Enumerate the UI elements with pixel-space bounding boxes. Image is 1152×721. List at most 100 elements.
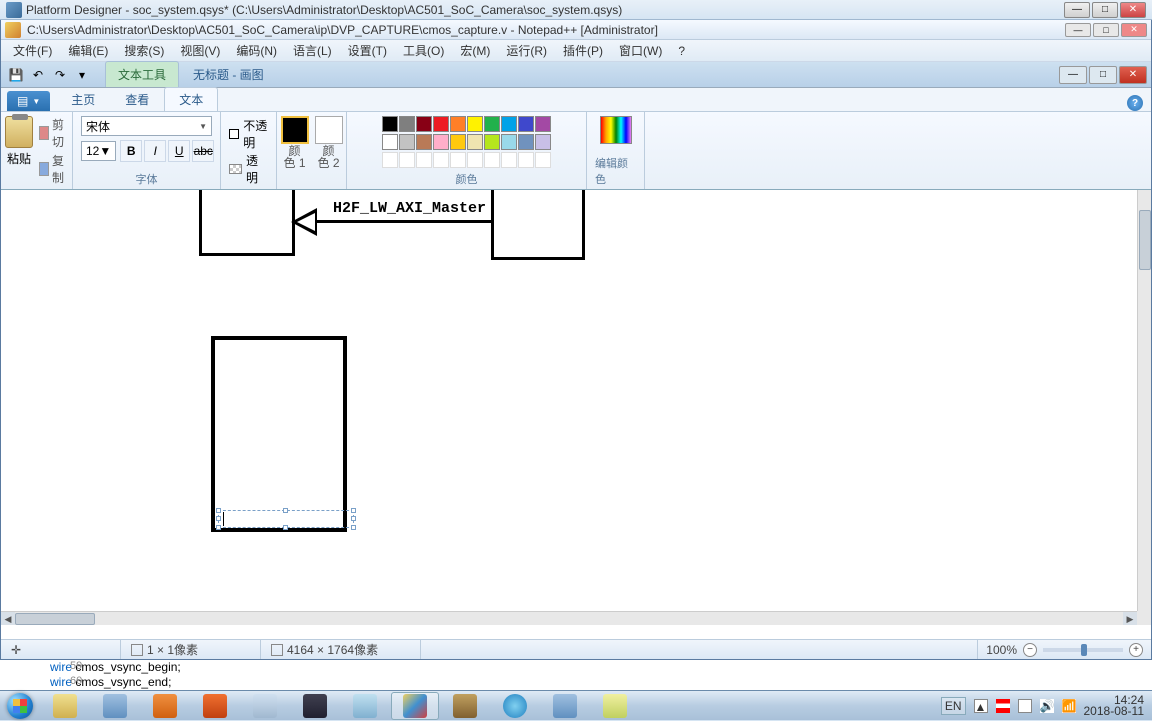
palette-swatch-empty[interactable] bbox=[501, 152, 517, 168]
color2-button[interactable]: 颜色 2 bbox=[315, 116, 343, 170]
zoom-slider[interactable] bbox=[1043, 648, 1123, 652]
menu-tools[interactable]: 工具(O) bbox=[395, 40, 452, 61]
palette-swatch[interactable] bbox=[467, 134, 483, 150]
tray-icon[interactable]: ▲ bbox=[974, 699, 988, 713]
paste-button[interactable]: 粘贴 bbox=[5, 116, 33, 186]
palette-swatch[interactable] bbox=[501, 134, 517, 150]
strike-button[interactable]: abc bbox=[192, 140, 214, 162]
paint-minimize-button[interactable]: — bbox=[1059, 66, 1087, 84]
npp-maximize-button[interactable]: □ bbox=[1093, 23, 1119, 37]
menu-help[interactable]: ? bbox=[670, 42, 693, 60]
palette-swatch[interactable] bbox=[518, 134, 534, 150]
qa-redo-icon[interactable]: ↷ bbox=[51, 66, 69, 84]
zoom-slider-thumb[interactable] bbox=[1081, 644, 1087, 656]
canvas-viewport[interactable]: H2F_LW_AXI_Master bbox=[1, 190, 1137, 611]
tray-action-icon[interactable] bbox=[1018, 699, 1032, 713]
menu-encoding[interactable]: 编码(N) bbox=[228, 40, 285, 61]
hscroll-left-icon[interactable]: ◀ bbox=[1, 612, 15, 625]
sel-handle[interactable] bbox=[283, 508, 288, 513]
tray-language[interactable]: EN bbox=[941, 697, 966, 715]
sel-handle[interactable] bbox=[216, 516, 221, 521]
ribbon-tab-home[interactable]: 主页 bbox=[56, 87, 110, 111]
tray-clock[interactable]: 14:24 2018-08-11 bbox=[1084, 695, 1145, 717]
canvas-hscrollbar[interactable]: ◀ ▶ bbox=[1, 611, 1137, 625]
paint-close-button[interactable]: ✕ bbox=[1119, 66, 1147, 84]
menu-search[interactable]: 搜索(S) bbox=[116, 40, 172, 61]
menu-file[interactable]: 文件(F) bbox=[5, 40, 60, 61]
taskbar-browser[interactable] bbox=[491, 692, 539, 720]
menu-language[interactable]: 语言(L) bbox=[285, 40, 340, 61]
copy-button[interactable]: 复制 bbox=[39, 152, 68, 186]
underline-button[interactable]: U bbox=[168, 140, 190, 162]
palette-swatch[interactable] bbox=[535, 116, 551, 132]
palette-swatch-empty[interactable] bbox=[382, 152, 398, 168]
sel-handle[interactable] bbox=[351, 516, 356, 521]
palette-swatch[interactable] bbox=[399, 134, 415, 150]
taskbar-paint[interactable] bbox=[391, 692, 439, 720]
color1-button[interactable]: 颜色 1 bbox=[281, 116, 309, 170]
qa-customize-icon[interactable]: ▾ bbox=[73, 66, 91, 84]
ribbon-tab-text[interactable]: 文本 bbox=[164, 87, 218, 111]
menu-edit[interactable]: 编辑(E) bbox=[60, 40, 116, 61]
palette-swatch[interactable] bbox=[467, 116, 483, 132]
tray-flag-icon[interactable] bbox=[996, 699, 1010, 713]
palette-swatch-empty[interactable] bbox=[535, 152, 551, 168]
help-button[interactable]: ? bbox=[1127, 95, 1143, 111]
font-name-combo[interactable]: 宋体▼ bbox=[81, 116, 212, 136]
taskbar-window[interactable] bbox=[241, 692, 289, 720]
menu-settings[interactable]: 设置(T) bbox=[340, 40, 395, 61]
bg-minimize-button[interactable]: — bbox=[1064, 2, 1090, 18]
palette-swatch-empty[interactable] bbox=[416, 152, 432, 168]
qa-save-icon[interactable]: 💾 bbox=[7, 66, 25, 84]
palette-swatch[interactable] bbox=[433, 134, 449, 150]
palette-swatch[interactable] bbox=[535, 134, 551, 150]
taskbar-wps[interactable] bbox=[191, 692, 239, 720]
sel-handle[interactable] bbox=[351, 525, 356, 530]
paint-maximize-button[interactable]: □ bbox=[1089, 66, 1117, 84]
taskbar-foxit[interactable] bbox=[141, 692, 189, 720]
taskbar-chart[interactable] bbox=[591, 692, 639, 720]
palette-swatch[interactable] bbox=[416, 134, 432, 150]
menu-macro[interactable]: 宏(M) bbox=[452, 40, 498, 61]
taskbar-quartus[interactable] bbox=[91, 692, 139, 720]
palette-swatch-empty[interactable] bbox=[433, 152, 449, 168]
tray-network-icon[interactable]: 📶 bbox=[1062, 699, 1076, 713]
menu-view[interactable]: 视图(V) bbox=[172, 40, 228, 61]
palette-swatch[interactable] bbox=[450, 116, 466, 132]
palette-swatch-empty[interactable] bbox=[484, 152, 500, 168]
palette-swatch[interactable] bbox=[484, 116, 500, 132]
taskbar-eclipse[interactable] bbox=[291, 692, 339, 720]
palette-swatch[interactable] bbox=[433, 116, 449, 132]
palette-swatch[interactable] bbox=[416, 116, 432, 132]
taskbar-notepad[interactable] bbox=[341, 692, 389, 720]
cut-button[interactable]: 剪切 bbox=[39, 116, 68, 150]
sel-handle[interactable] bbox=[216, 525, 221, 530]
palette-swatch[interactable] bbox=[518, 116, 534, 132]
palette-swatch[interactable] bbox=[399, 116, 415, 132]
qa-undo-icon[interactable]: ↶ bbox=[29, 66, 47, 84]
palette-swatch[interactable] bbox=[501, 116, 517, 132]
bold-button[interactable]: B bbox=[120, 140, 142, 162]
palette-swatch-empty[interactable] bbox=[467, 152, 483, 168]
canvas-vscrollbar[interactable] bbox=[1137, 190, 1151, 611]
palette-swatch[interactable] bbox=[382, 116, 398, 132]
palette-swatch-empty[interactable] bbox=[518, 152, 534, 168]
start-button[interactable] bbox=[0, 691, 40, 721]
bg-maximize-button[interactable]: □ bbox=[1092, 2, 1118, 18]
hscroll-thumb[interactable] bbox=[15, 613, 95, 625]
edit-colors-button[interactable] bbox=[600, 116, 632, 144]
taskbar-network[interactable] bbox=[541, 692, 589, 720]
bg-close-button[interactable]: ✕ bbox=[1120, 2, 1146, 18]
taskbar-explorer[interactable] bbox=[41, 692, 89, 720]
tray-volume-icon[interactable]: 🔊 bbox=[1040, 699, 1054, 713]
zoom-in-button[interactable]: + bbox=[1129, 643, 1143, 657]
sel-handle[interactable] bbox=[216, 508, 221, 513]
palette-swatch-empty[interactable] bbox=[399, 152, 415, 168]
ribbon-tab-view[interactable]: 查看 bbox=[110, 87, 164, 111]
menu-plugins[interactable]: 插件(P) bbox=[555, 40, 611, 61]
palette-swatch-empty[interactable] bbox=[450, 152, 466, 168]
text-selection-box[interactable] bbox=[218, 510, 354, 528]
sel-handle[interactable] bbox=[283, 525, 288, 530]
vscroll-thumb[interactable] bbox=[1139, 210, 1151, 270]
bg-opaque-option[interactable]: 不透明 bbox=[229, 117, 268, 151]
